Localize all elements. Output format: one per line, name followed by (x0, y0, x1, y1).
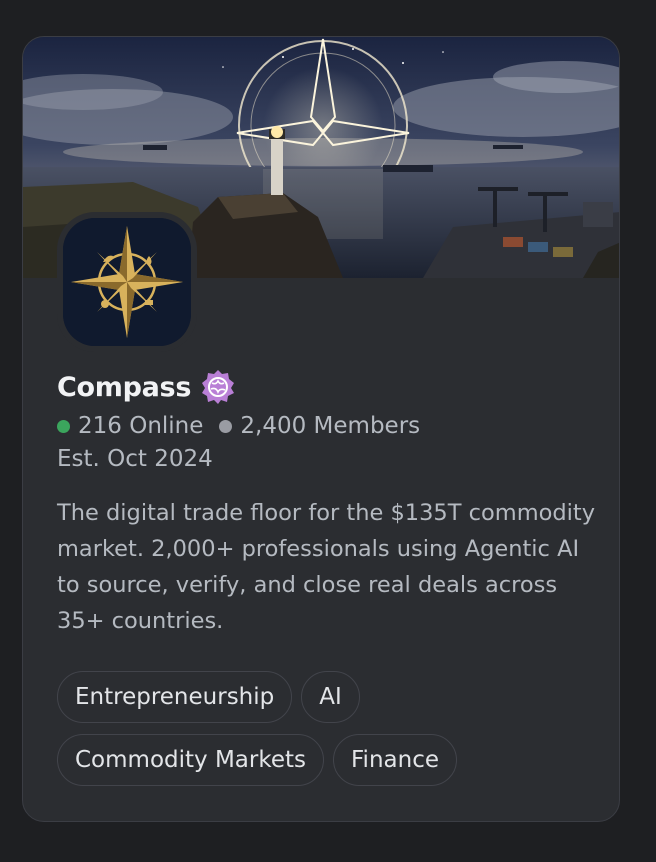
tag-row: Entrepreneurship AI (57, 671, 597, 723)
online-count: 216 Online (78, 413, 204, 439)
server-tags: Entrepreneurship AI Commodity Markets Fi… (57, 671, 597, 797)
server-stats: 216 Online 2,400 Members (57, 409, 420, 443)
online-status-dot (57, 419, 70, 433)
tag-row: Commodity Markets Finance (57, 734, 597, 786)
server-name: Compass (57, 371, 192, 403)
member-count: 2,400 Members (240, 413, 421, 439)
discoverable-globe-badge-icon[interactable] (200, 369, 236, 405)
established-date: Est. Oct 2024 (57, 446, 213, 472)
gold-compass-rose-icon[interactable] (63, 218, 191, 346)
tag-commodity-markets[interactable]: Commodity Markets (57, 734, 324, 786)
tag-entrepreneurship[interactable]: Entrepreneurship (57, 671, 293, 723)
tag-finance[interactable]: Finance (333, 734, 457, 786)
server-profile-card: Compass 216 Online 2,400 Members Est. Oc… (22, 36, 620, 822)
server-icon-frame (57, 212, 197, 352)
tag-ai[interactable]: AI (301, 671, 360, 723)
server-name-row: Compass (57, 367, 236, 407)
members-status-dot (219, 419, 233, 433)
server-description: The digital trade floor for the $135T co… (57, 500, 596, 634)
